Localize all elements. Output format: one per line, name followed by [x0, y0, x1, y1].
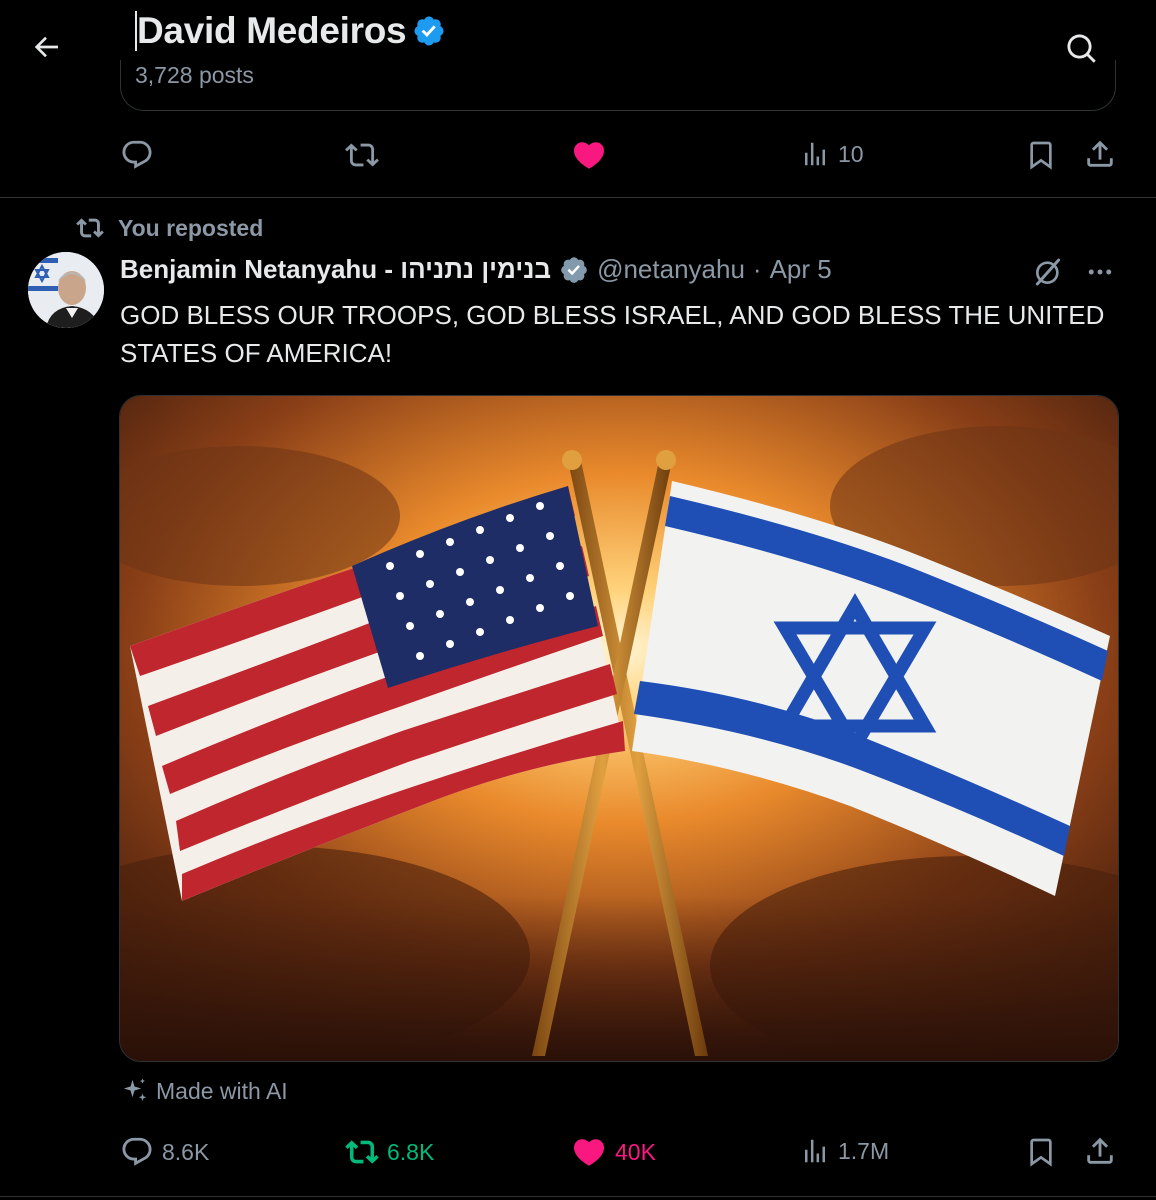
post-date[interactable]: Apr 5: [770, 254, 832, 285]
made-with-ai-label[interactable]: Made with AI: [120, 1076, 288, 1106]
like-count: 40K: [615, 1138, 656, 1165]
views-count-label: 10: [838, 140, 864, 167]
share-icon[interactable]: [1083, 1134, 1117, 1168]
profile-header: David Medeiros 3,728 posts: [0, 0, 1156, 111]
like-button[interactable]: 40K: [571, 1134, 656, 1170]
repost-icon: [345, 1135, 379, 1169]
author-name[interactable]: Benjamin Netanyahu - בנימין נתניהו: [120, 254, 551, 285]
reply-count: 8.6K: [162, 1138, 210, 1165]
sparkle-icon: [120, 1076, 150, 1106]
repost-button[interactable]: 6.8K: [345, 1135, 434, 1169]
ai-label-text: Made with AI: [156, 1077, 288, 1104]
posts-count: 3,728 posts: [135, 62, 254, 88]
views-count: 1.7M: [838, 1137, 890, 1164]
bookmark-icon[interactable]: [1025, 1135, 1057, 1169]
bookmark-icon[interactable]: [1025, 138, 1057, 172]
post-text: GOD BLESS OUR TROOPS, GOD BLESS ISRAEL, …: [120, 300, 1105, 368]
back-arrow-icon[interactable]: [22, 27, 70, 67]
more-options-icon[interactable]: [1080, 252, 1120, 292]
views-button[interactable]: 1.7M: [800, 1135, 889, 1167]
repost-label: You reposted: [118, 214, 264, 241]
like-heart-icon[interactable]: [571, 137, 607, 173]
reply-icon: [120, 1135, 154, 1169]
author-handle[interactable]: @netanyahu: [597, 254, 745, 285]
author-avatar[interactable]: [28, 252, 104, 328]
repost-icon[interactable]: [345, 138, 379, 172]
verified-gray-badge-icon[interactable]: [559, 255, 589, 285]
separator-dot: ·: [752, 254, 762, 284]
repost-count: 6.8K: [387, 1138, 435, 1165]
post-divider: [0, 197, 1156, 198]
post-image[interactable]: [119, 395, 1119, 1062]
previous-post-media-edge: [120, 60, 1116, 111]
post-author-row: Benjamin Netanyahu - בנימין נתניהו @neta…: [120, 254, 832, 285]
views-chart-icon: [800, 138, 830, 170]
views-count[interactable]: 10: [800, 138, 864, 170]
reply-button[interactable]: 8.6K: [120, 1135, 209, 1169]
bottom-divider: [0, 1196, 1156, 1197]
grok-icon[interactable]: [1028, 252, 1068, 292]
repost-context[interactable]: You reposted: [76, 214, 263, 242]
share-icon[interactable]: [1083, 137, 1117, 171]
search-icon[interactable]: [1060, 27, 1104, 71]
reply-icon[interactable]: [120, 138, 154, 172]
repost-small-icon: [76, 214, 104, 242]
like-heart-icon: [571, 1134, 607, 1170]
views-chart-icon: [800, 1135, 830, 1167]
profile-name: David Medeiros: [137, 10, 407, 51]
verified-badge-icon[interactable]: [412, 14, 446, 48]
profile-title-wrap: David Medeiros: [135, 10, 446, 52]
